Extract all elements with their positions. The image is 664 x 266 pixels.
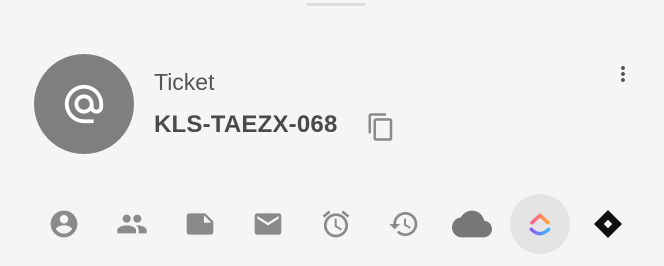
email-button[interactable]	[238, 194, 298, 254]
alarm-icon	[322, 210, 350, 238]
more-vertical-icon	[621, 66, 625, 82]
mail-icon	[254, 213, 282, 235]
copy-icon	[368, 113, 393, 141]
reminder-button[interactable]	[306, 194, 366, 254]
at-sign-icon	[64, 84, 104, 124]
note-button[interactable]	[170, 194, 230, 254]
account-circle-icon	[50, 210, 78, 238]
linear-button[interactable]	[578, 194, 638, 254]
ticket-type-label: Ticket	[154, 69, 215, 95]
group-button[interactable]	[102, 194, 162, 254]
ticket-avatar	[34, 54, 134, 154]
history-icon	[389, 212, 418, 236]
ticket-id: KLS-TAEZX-068	[154, 111, 338, 138]
note-icon	[186, 213, 214, 235]
clickup-logo-icon	[529, 213, 551, 236]
cloud-button[interactable]	[442, 194, 502, 254]
clickup-button[interactable]	[510, 194, 570, 254]
cloud-icon	[452, 210, 492, 238]
copy-ticket-id-button[interactable]	[364, 110, 398, 144]
ticket-panel: Ticket KLS-TAEZX-068	[0, 0, 664, 266]
diamond-logo-icon	[594, 210, 622, 238]
action-bar	[34, 194, 642, 254]
drag-handle[interactable]	[306, 3, 366, 6]
group-icon	[117, 214, 147, 234]
history-button[interactable]	[374, 194, 434, 254]
more-options-button[interactable]	[608, 59, 638, 89]
contact-button[interactable]	[34, 194, 94, 254]
